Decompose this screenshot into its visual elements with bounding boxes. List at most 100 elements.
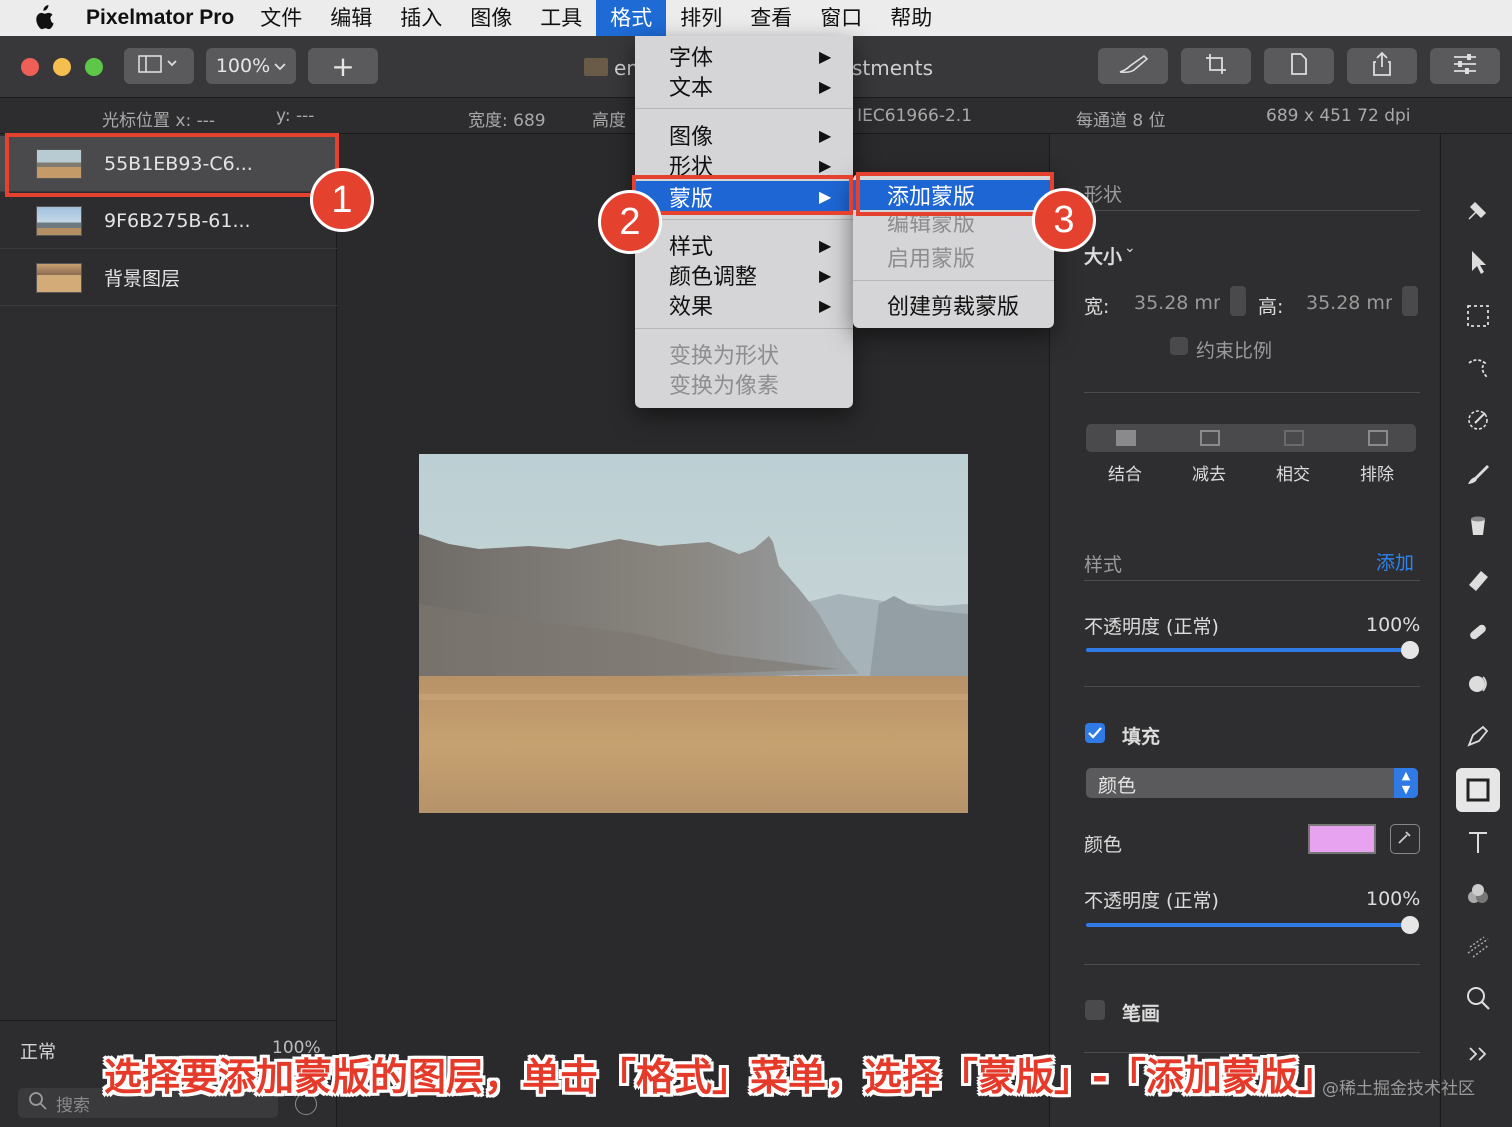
fill-opacity-label[interactable]: 不透明度 (正常) [1084, 886, 1219, 913]
menu-image[interactable]: 图像 [456, 0, 526, 36]
subtract-icon[interactable] [1200, 430, 1220, 446]
divider [1084, 580, 1420, 581]
menu-help[interactable]: 帮助 [876, 0, 946, 36]
intersect-label[interactable]: 相交 [1276, 460, 1310, 485]
minimize-window-button[interactable] [53, 58, 71, 76]
menu-insert[interactable]: 插入 [386, 0, 456, 36]
exclude-icon[interactable] [1368, 430, 1388, 446]
menu-file[interactable]: 文件 [246, 0, 316, 36]
pen-icon[interactable] [1458, 716, 1498, 756]
eyedropper-icon [1397, 829, 1413, 849]
menu-window[interactable]: 窗口 [806, 0, 876, 36]
combine-label[interactable]: 结合 [1108, 460, 1142, 485]
style-opacity-value: 100% [1366, 614, 1421, 636]
search-icon [28, 1091, 48, 1116]
paint-icon[interactable] [1458, 454, 1498, 494]
height-stepper[interactable] [1402, 286, 1418, 316]
menu-format[interactable]: 格式 [596, 0, 667, 36]
close-window-button[interactable] [21, 58, 39, 76]
add-button[interactable]: + [308, 48, 378, 84]
add-style-button[interactable]: 添加 [1376, 548, 1414, 575]
layer-row[interactable]: 背景图层 [0, 250, 337, 306]
brush-icon [1116, 52, 1150, 81]
style-opacity-knob[interactable] [1401, 641, 1419, 659]
subtract-label[interactable]: 减去 [1192, 460, 1226, 485]
eraser-icon[interactable] [1458, 560, 1498, 600]
menu-item-clipping-mask[interactable]: 创建剪裁蒙版 [853, 290, 1054, 320]
annotation-box-add-mask [856, 172, 1054, 216]
fill-label[interactable]: 填充 [1122, 722, 1160, 749]
retouch-icon[interactable] [1458, 612, 1498, 652]
chevron-down-icon [274, 55, 286, 77]
shape-icon[interactable] [1456, 768, 1500, 812]
document-button[interactable] [1264, 48, 1334, 84]
menu-item-color-adjust[interactable]: 颜色调整 ▶ [635, 260, 853, 290]
zoom-icon[interactable] [1458, 978, 1498, 1018]
menu-item-convert-shape: 变换为形状 [669, 344, 780, 369]
style-opacity-label[interactable]: 不透明度 (正常) [1084, 612, 1219, 639]
zoom-window-button[interactable] [85, 58, 103, 76]
fill-checkbox[interactable] [1085, 723, 1105, 743]
page-icon [1289, 52, 1309, 81]
color-picker-icon[interactable] [1458, 400, 1498, 440]
distort-icon[interactable] [1458, 926, 1498, 966]
menu-view[interactable]: 查看 [736, 0, 806, 36]
width-stepper[interactable] [1230, 286, 1246, 316]
crop-button[interactable] [1181, 48, 1251, 84]
fill-opacity-knob[interactable] [1401, 916, 1419, 934]
divider [1084, 210, 1420, 211]
layer-row[interactable]: 9F6B275B-61... [0, 193, 337, 249]
exclude-label[interactable]: 排除 [1360, 460, 1394, 485]
menu-arrange[interactable]: 排列 [666, 0, 736, 36]
stroke-label[interactable]: 笔画 [1122, 999, 1160, 1026]
canvas-photo[interactable] [419, 454, 968, 813]
fill-color-swatch[interactable] [1308, 824, 1376, 854]
menu-item-image[interactable]: 图像 ▶ [635, 120, 853, 150]
stroke-checkbox[interactable] [1085, 1000, 1105, 1020]
sidebar-toggle-button[interactable] [124, 48, 194, 84]
menu-item-style[interactable]: 样式 ▶ [635, 230, 853, 260]
zoom-select[interactable]: 100% [206, 48, 296, 84]
size-disclosure[interactable]: 大小 [1084, 242, 1122, 269]
zoom-value: 100% [215, 55, 271, 77]
height-input[interactable]: 35.28 mm [1306, 292, 1392, 314]
blend-mode-select[interactable]: 正常 [20, 1038, 56, 1064]
intersect-icon[interactable] [1284, 430, 1304, 446]
style-brush-button[interactable] [1098, 48, 1168, 84]
arrange-tool-icon[interactable] [1458, 242, 1498, 282]
submenu-arrow-icon: ▶ [819, 295, 832, 315]
step-badge-1: 1 [310, 168, 374, 232]
submenu-arrow-icon: ▶ [819, 46, 832, 66]
style-tool-icon[interactable] [1458, 190, 1498, 230]
fill-type-select[interactable]: 颜色 ▲ ▼ [1086, 768, 1418, 798]
adjustments-button[interactable] [1430, 48, 1500, 84]
select-tool-icon[interactable] [1458, 296, 1498, 336]
menu-tools[interactable]: 工具 [526, 0, 596, 36]
menu-item-font[interactable]: 字体 ▶ [635, 41, 853, 71]
layer-thumbnail [36, 262, 82, 293]
annotation-box-mask [632, 175, 853, 215]
eyedropper-button[interactable] [1390, 824, 1420, 854]
checkmark-icon [1088, 724, 1102, 743]
type-icon[interactable] [1458, 822, 1498, 862]
constrain-checkbox[interactable] [1170, 337, 1188, 355]
warp-icon[interactable] [1458, 664, 1498, 704]
submenu-arrow-icon: ▶ [819, 155, 832, 175]
width-input[interactable]: 35.28 mm [1134, 292, 1220, 314]
divider [1084, 686, 1420, 687]
combine-icon[interactable] [1116, 430, 1136, 446]
repair-tool-icon[interactable] [1458, 348, 1498, 388]
menu-item-effects[interactable]: 效果 ▶ [635, 290, 853, 320]
menu-item-text[interactable]: 文本 ▶ [635, 71, 853, 101]
bucket-icon[interactable] [1458, 506, 1498, 546]
menu-edit[interactable]: 编辑 [316, 0, 386, 36]
style-section-header: 样式 [1084, 554, 1123, 576]
fill-opacity-slider[interactable] [1086, 923, 1410, 927]
apple-icon[interactable] [0, 5, 86, 31]
more-icon[interactable] [1458, 1034, 1498, 1074]
app-name[interactable]: Pixelmator Pro [86, 6, 234, 30]
style-opacity-slider[interactable] [1086, 648, 1410, 652]
effects-icon[interactable] [1458, 874, 1498, 914]
submenu-arrow-icon: ▶ [819, 235, 832, 255]
share-button[interactable] [1347, 48, 1417, 84]
